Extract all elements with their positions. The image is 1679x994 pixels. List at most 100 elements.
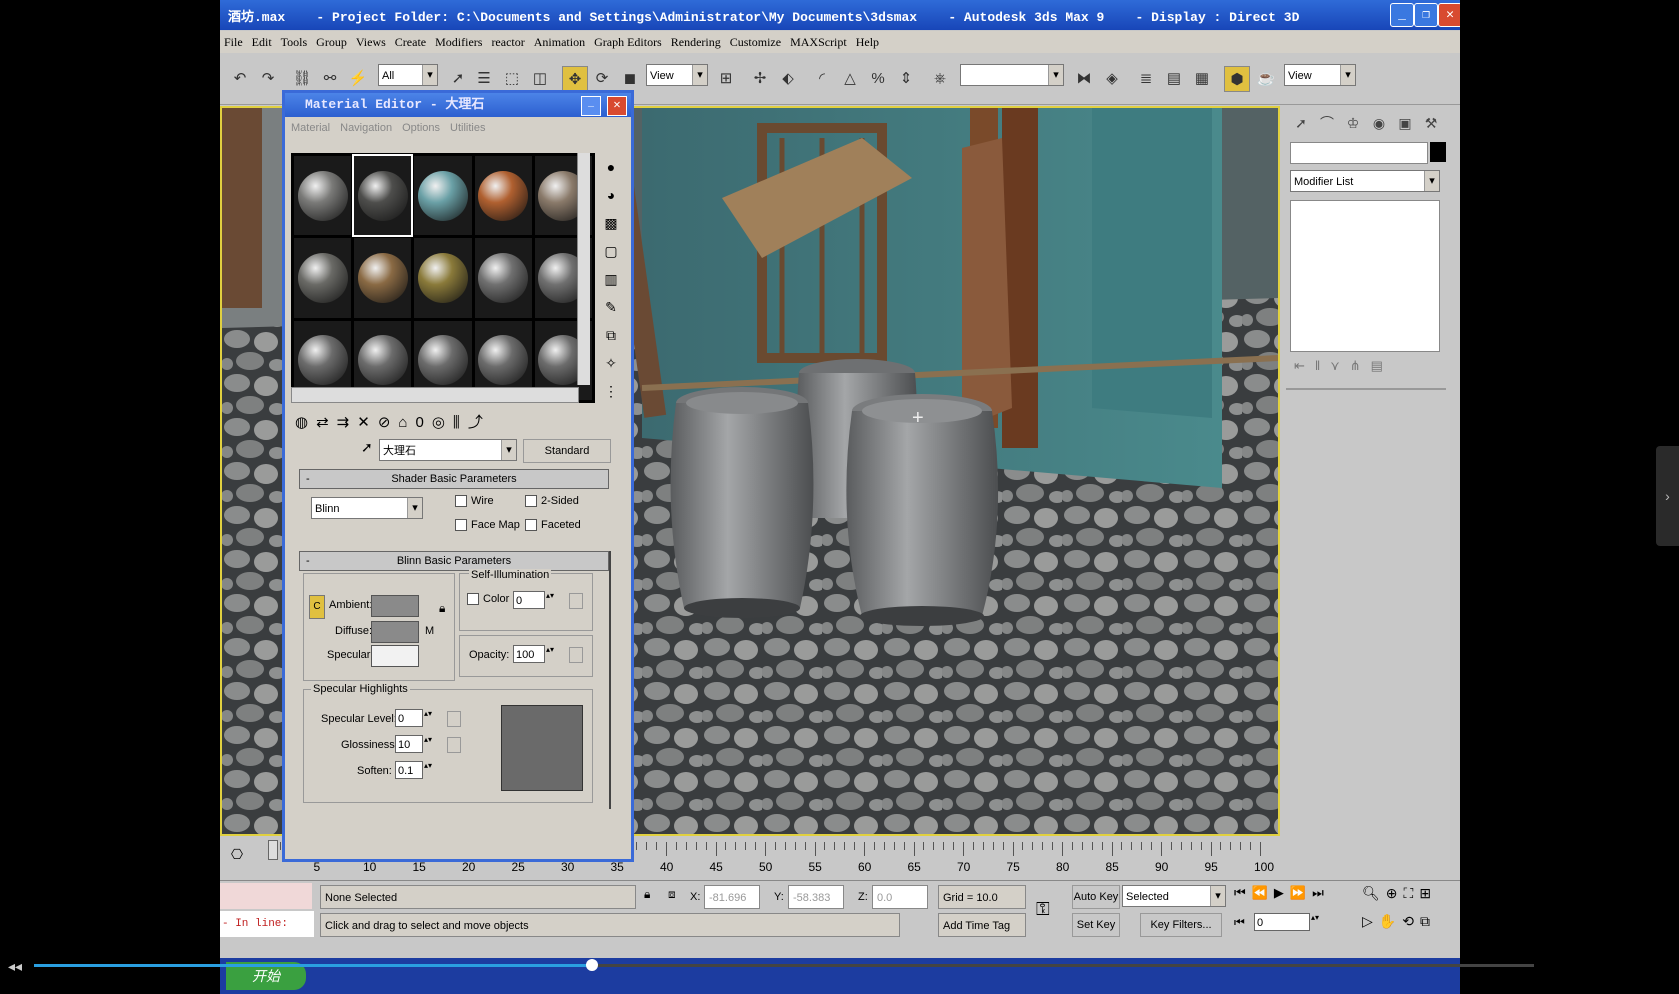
select-rotate-icon[interactable]: ⟳ [590,66,614,90]
unlink-icon[interactable]: ⚯ [318,66,342,90]
ambient-color-swatch[interactable] [371,595,419,617]
menu-help[interactable]: Help [856,35,879,50]
menu-customize[interactable]: Customize [730,35,781,50]
two-sided-checkbox[interactable]: 2-Sided [525,495,579,508]
material-slot[interactable] [414,238,472,318]
select-object-icon[interactable]: ➚ [446,66,470,90]
restore-icon[interactable]: ❐ [1414,3,1438,27]
material-slot[interactable] [354,238,412,318]
render-view-dropdown[interactable]: View [1284,64,1356,86]
menu-create[interactable]: Create [395,35,426,50]
layer-manager-icon[interactable]: ≣ [1134,66,1158,90]
set-key-button[interactable]: Set Key [1072,913,1120,937]
close-icon[interactable]: ✕ [607,96,627,116]
glossiness-spinner[interactable]: 10 [395,735,436,753]
snap-3d-icon[interactable]: ◜ [810,66,834,90]
specular-level-spinner[interactable]: 0 [395,709,436,727]
open-mini-curve-editor-icon[interactable]: ⎔ [226,846,248,868]
slots-horizontal-scrollbar[interactable] [291,387,579,403]
pick-material-icon[interactable]: ➚ [361,439,373,456]
menu-maxscript[interactable]: MAXScript [790,35,847,50]
self-illum-map-button[interactable] [569,593,583,609]
mirror-icon[interactable]: ⧓ [1072,66,1096,90]
opacity-map-button[interactable] [569,647,583,663]
menu-options[interactable]: Options [402,122,440,134]
show-map-in-viewport-icon[interactable]: ◎ [432,414,453,431]
pivot-center-icon[interactable]: ⊞ [714,66,738,90]
angle-snap-icon[interactable]: △ [838,66,862,90]
inline-listener[interactable]: - In line: [220,911,314,937]
select-move-icon[interactable]: ✥ [562,66,588,92]
object-color-swatch[interactable] [1430,142,1446,162]
region-select-icon[interactable]: ⬚ [500,66,524,90]
faceted-check-icon[interactable] [525,519,537,532]
shader-type-dropdown[interactable]: Blinn [311,497,423,519]
material-editor-icon[interactable]: ⬢ [1224,66,1250,92]
z-coordinate-field[interactable]: 0.0 [872,885,928,909]
spinner-snap-icon[interactable]: ⇕ [894,66,918,90]
minimize-icon[interactable]: _ [1390,3,1414,27]
menu-animation[interactable]: Animation [534,35,585,50]
background-icon[interactable]: ▩ [601,209,621,237]
rewind-icon[interactable]: ◂◂ [8,958,22,975]
reset-map-icon[interactable]: ✕ [357,414,378,431]
material-name-field[interactable]: 大理石 [379,439,517,461]
menu-file[interactable]: File [224,35,243,50]
diffuse-color-swatch[interactable] [371,621,419,643]
backlight-icon[interactable]: ◕ [601,181,621,209]
key-filters-button[interactable]: Key Filters... [1140,913,1222,937]
go-to-end-icon[interactable]: ⏭ [1312,885,1330,900]
specular-color-swatch[interactable] [371,645,419,667]
face-map-check-icon[interactable] [455,519,467,532]
self-illum-check-icon[interactable] [467,593,479,606]
select-by-material-icon[interactable]: ✧ [601,349,621,377]
zoom-extents-icon[interactable]: ⛶ [1404,885,1420,901]
render-scene-icon[interactable]: ☕ [1254,66,1278,90]
key-mode-dropdown[interactable]: Selected [1122,885,1226,907]
reference-coord-dropdown[interactable]: View [646,64,708,86]
key-mode-toggle-icon[interactable]: ⏮ [1234,915,1245,930]
video-progress-bar[interactable] [34,959,1534,971]
previous-frame-icon[interactable]: ⏪ [1252,885,1274,900]
stack-controls[interactable]: ⇤‖⋎⋔▤ [1294,358,1393,374]
shader-rollout-header[interactable]: Shader Basic Parameters [299,469,609,489]
wire-checkbox[interactable]: Wire [455,495,494,508]
show-end-result-icon[interactable]: ⫼ [453,414,468,431]
select-scale-icon[interactable]: ◼ [618,66,642,90]
material-map-navigator-icon[interactable]: ⋮ [601,377,621,405]
create-tab-icon[interactable]: ➚ [1290,112,1312,134]
manipulate-icon[interactable]: ✢ [748,66,772,90]
close-icon[interactable]: ✕ [1438,3,1460,27]
material-type-button[interactable]: Standard [523,439,611,463]
named-selection-icon[interactable]: ⎈ [928,66,952,90]
diffuse-map-button[interactable]: M [425,625,434,637]
sample-type-icon[interactable]: ● [601,153,621,181]
hierarchy-tab-icon[interactable]: ♔ [1342,112,1364,134]
maxscript-listener-mini[interactable] [220,883,312,909]
self-illum-spinner[interactable]: 0 [513,591,558,609]
arc-rotate-icon[interactable]: ⟲ [1402,913,1420,929]
lock-icon[interactable]: 🔒︎ [439,601,445,616]
object-name-field[interactable] [1290,142,1428,164]
sample-uv-tiling-icon[interactable]: ▢ [601,237,621,265]
menu-edit[interactable]: Edit [252,35,272,50]
put-to-scene-icon[interactable]: ⇄ [316,414,337,431]
modifier-list-dropdown[interactable]: Modifier List [1290,170,1440,192]
put-to-library-icon[interactable]: ⌂ [398,414,415,431]
y-coordinate-field[interactable]: -58.383 [788,885,844,909]
wire-check-icon[interactable] [455,495,467,508]
utilities-tab-icon[interactable]: ⚒ [1420,112,1442,134]
go-to-parent-icon[interactable]: ⤴ [468,414,491,431]
go-to-start-icon[interactable]: ⏮ [1234,885,1252,900]
menu-navigation[interactable]: Navigation [340,122,392,134]
zoom-extents-all-icon[interactable]: ⊞ [1419,885,1437,901]
link-icon[interactable]: ⛓ [290,66,314,90]
play-icon[interactable]: ▶ [1274,885,1290,900]
zoom-icon[interactable]: 🔍︎ [1362,885,1386,901]
opacity-spinner[interactable]: 100 [513,645,558,663]
video-color-check-icon[interactable]: ▥ [601,265,621,293]
menu-graph-editors[interactable]: Graph Editors [594,35,662,50]
two-sided-check-icon[interactable] [525,495,537,508]
make-preview-icon[interactable]: ✎ [601,293,621,321]
keyboard-shortcut-icon[interactable]: ⬖ [776,66,800,90]
